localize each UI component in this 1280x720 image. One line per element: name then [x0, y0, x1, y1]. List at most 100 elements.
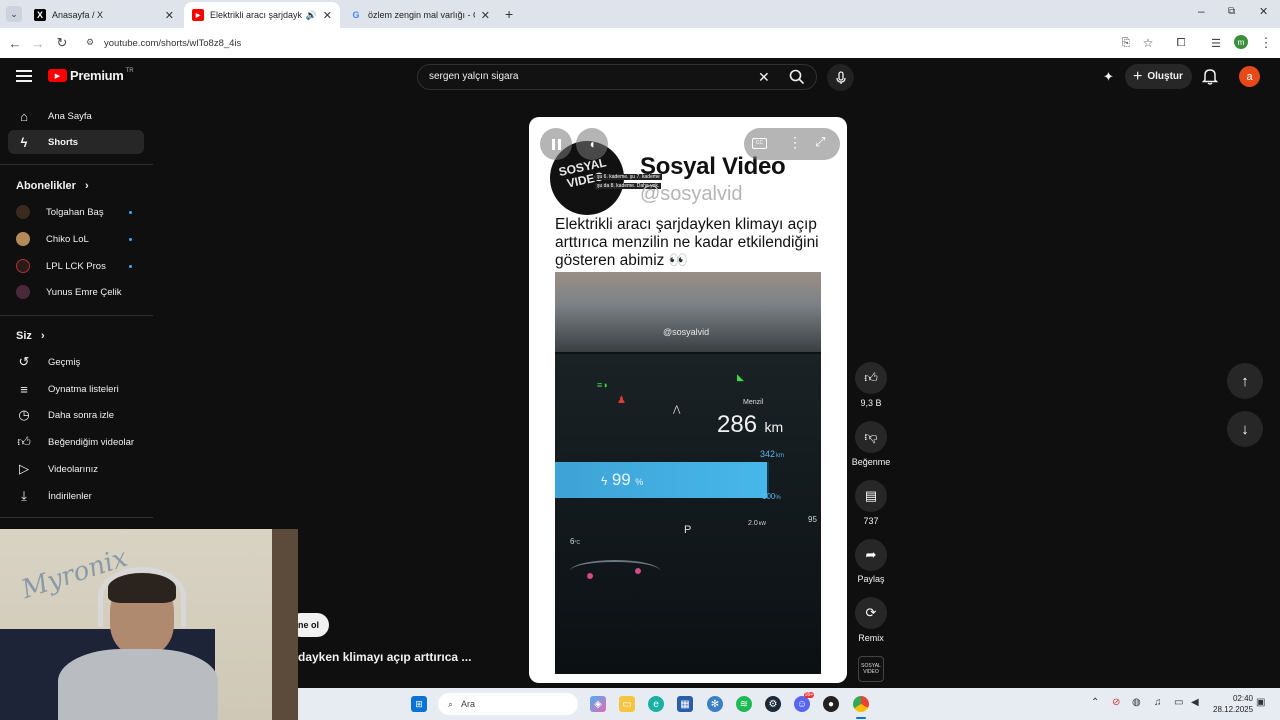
voice-search-button[interactable]	[827, 64, 854, 91]
new-content-dot	[129, 211, 132, 214]
url-field[interactable]: ⚙ youtube.com/shorts/wlTo8z8_4is	[80, 32, 1200, 54]
sidebar-sub-chiko[interactable]: Chiko LoL	[8, 227, 144, 251]
reload-icon[interactable]: ↻	[53, 34, 71, 52]
previous-short-button[interactable]: ↑	[1227, 363, 1263, 399]
thumbs-up-icon: 👍︎	[864, 370, 878, 385]
sidebar-item-playlists[interactable]: ≡ Oynatma listeleri	[8, 377, 144, 401]
create-label: Oluştur	[1147, 71, 1183, 82]
back-arrow-icon[interactable]: ←	[6, 34, 24, 52]
reading-list-icon[interactable]: ☰	[1207, 34, 1225, 52]
sidebar-item-liked[interactable]: 👍︎ Beğendiğim videolar	[8, 430, 144, 454]
sidebar-item-your-videos[interactable]: ▷ Videolarınız	[8, 457, 144, 481]
steam-icon[interactable]: ⚙	[765, 696, 781, 712]
sidebar-item-home[interactable]: ⌂ Ana Sayfa	[8, 104, 144, 128]
sidebar-item-history[interactable]: ↺ Geçmiş	[8, 350, 144, 374]
active-app-indicator	[856, 717, 866, 719]
you-heading[interactable]: Siz ›	[16, 330, 45, 342]
search-button[interactable]	[777, 64, 817, 90]
minimize-icon[interactable]: –	[1198, 4, 1205, 18]
taskbar-search[interactable]: ⌕ Ara	[438, 693, 578, 715]
show-hidden-icons[interactable]: ⌃	[1091, 697, 1099, 708]
tray-icon[interactable]: ◍	[1132, 697, 1141, 708]
site-info-icon[interactable]: ⚙	[86, 37, 94, 48]
close-tab-icon[interactable]: ✕	[165, 9, 174, 22]
tab-google[interactable]: G özlem zengin mal varlığı - Goo ✕	[342, 2, 498, 28]
dislike-button[interactable]: 👎︎	[855, 421, 887, 453]
profile-avatar[interactable]: m	[1234, 35, 1248, 49]
sidebar-item-shorts[interactable]: ϟ Shorts	[8, 130, 144, 154]
create-button[interactable]: + Oluştur	[1125, 64, 1192, 89]
sidebar-item-watch-later[interactable]: ◷ Daha sonra izle	[8, 403, 144, 427]
next-short-button[interactable]: ↓	[1227, 411, 1263, 447]
edge-icon[interactable]: e	[648, 696, 664, 712]
headphones	[98, 567, 186, 627]
remix-button[interactable]: ⟳	[855, 597, 887, 629]
taskbar-search-placeholder: Ara	[461, 699, 476, 709]
hamburger-menu-icon[interactable]	[16, 68, 32, 84]
cast-icon[interactable]: ✦	[1103, 69, 1114, 85]
volume-button[interactable]: ◖	[576, 128, 608, 160]
more-options-icon[interactable]: ⋮	[788, 134, 802, 151]
sidebar-item-downloads[interactable]: ⤓ İndirilenler	[8, 484, 144, 508]
spotify-icon[interactable]: ≋	[736, 696, 752, 712]
thumbs-up-icon: 👍︎	[17, 434, 31, 449]
channel-thumbnail[interactable]: SOSYAL VIDEO	[858, 656, 884, 682]
tab-search-dropdown-icon[interactable]: ⌄	[6, 6, 22, 22]
speaker-icon[interactable]: 🔊	[306, 10, 317, 21]
seatbelt-warning-icon: ♟	[617, 395, 626, 406]
dislike-label: Beğenme	[851, 457, 891, 467]
like-button[interactable]: 👍︎	[855, 362, 887, 394]
clock[interactable]: 02:40 28.12.2025	[1213, 693, 1253, 715]
settings-app-icon[interactable]: ✻	[707, 696, 723, 712]
discord-icon[interactable]: ☺	[794, 696, 810, 712]
tab-youtube-active[interactable]: ▶ Elektrikli aracı şarjdayken kl 🔊 ✕	[184, 2, 340, 28]
tray-icon[interactable]: ⊘	[1112, 697, 1120, 708]
close-tab-icon[interactable]: ✕	[323, 9, 332, 22]
subscriptions-heading[interactable]: Abonelikler ›	[16, 180, 89, 192]
bookmark-star-icon[interactable]: ☆	[1139, 34, 1157, 52]
microphone-tray-icon[interactable]: ♫	[1154, 697, 1162, 708]
close-tab-icon[interactable]: ✕	[481, 9, 490, 22]
clear-search-icon[interactable]: ✕	[758, 69, 770, 86]
youtube-logo[interactable]: ▶ Premium TR	[48, 68, 134, 83]
close-window-icon[interactable]: ✕	[1259, 5, 1268, 18]
app-icon[interactable]: ●	[823, 696, 839, 712]
sidebar-sub-tolgahan[interactable]: Tolgahan Baş	[8, 200, 144, 224]
fullscreen-icon[interactable]: ⤢	[815, 134, 825, 150]
forward-arrow-icon[interactable]: →	[29, 34, 47, 52]
search-input[interactable]: sergen yalçın sigara ✕	[417, 64, 817, 90]
channel-avatar	[16, 232, 30, 246]
restore-icon[interactable]: ⧉	[1228, 6, 1235, 17]
notification-center-icon[interactable]: ▣	[1256, 697, 1265, 708]
chrome-icon[interactable]	[853, 696, 869, 712]
volume-tray-icon[interactable]: ◀︎	[1191, 697, 1199, 708]
network-icon[interactable]: ▭	[1174, 697, 1183, 708]
browser-menu-icon[interactable]: ⋮	[1257, 34, 1275, 52]
copilot-icon[interactable]: ◈	[590, 696, 606, 712]
channel-avatar	[16, 205, 30, 219]
tab-title: özlem zengin mal varlığı - Goo	[368, 10, 475, 20]
share-button[interactable]: ➦	[855, 539, 887, 571]
extensions-icon[interactable]: ⧠	[1172, 34, 1190, 52]
you-title: Siz	[16, 330, 32, 342]
store-icon[interactable]: ▦	[677, 696, 693, 712]
sidebar-sub-lpl[interactable]: LPL LCK Pros	[8, 254, 144, 278]
lane-assist-icon: ⋀	[673, 404, 681, 414]
notifications-bell-icon[interactable]	[1201, 67, 1219, 90]
chevron-right-icon: ›	[84, 180, 89, 192]
pause-button[interactable]	[540, 128, 572, 160]
address-bar-row: ← → ↻ ⚙ youtube.com/shorts/wlTo8z8_4is ⎘…	[0, 28, 1280, 58]
comments-button[interactable]: ▤	[855, 480, 887, 512]
captions-button[interactable]: CC	[752, 138, 767, 149]
windows-start-icon[interactable]: ⊞	[411, 696, 427, 712]
range-readout: 286 km	[717, 411, 783, 439]
install-app-icon[interactable]: ⎘	[1117, 34, 1135, 52]
file-explorer-icon[interactable]: ▭	[619, 696, 635, 712]
tab-x[interactable]: X Anasayfa / X ✕	[26, 2, 182, 28]
sidebar-sub-yunus[interactable]: Yunus Emre Çelik	[8, 280, 144, 304]
comment-icon: ▤	[864, 488, 878, 503]
short-video-player[interactable]: SOSYAL VIDEO şu 6. kademe. şu 7. kademe …	[529, 117, 847, 683]
new-tab-plus-icon[interactable]: +	[505, 6, 513, 22]
like-count: 9,3 B	[860, 398, 882, 408]
account-avatar[interactable]: a	[1239, 66, 1260, 87]
